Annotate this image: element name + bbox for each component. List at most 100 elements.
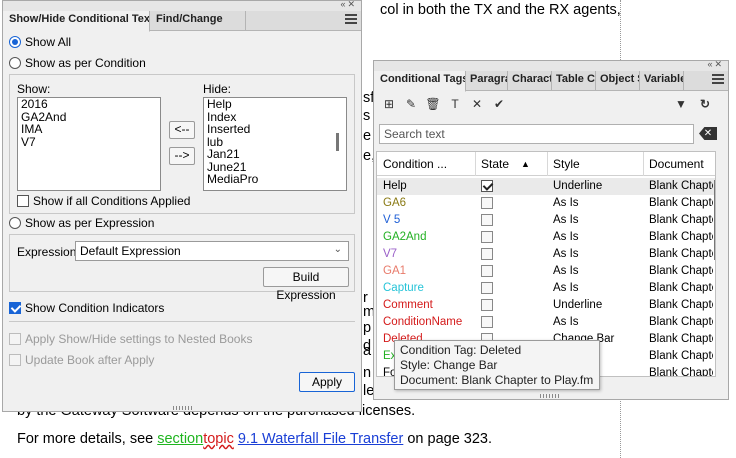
show-all-radio[interactable]: Show All xyxy=(9,35,71,49)
divider xyxy=(9,321,355,322)
collapse-close-icons[interactable]: «✕ xyxy=(707,59,724,70)
doc-text-line: col in both the TX and the RX agents, xyxy=(380,2,621,18)
panel-menu-icon[interactable] xyxy=(345,14,357,26)
state-checkbox[interactable] xyxy=(481,299,493,311)
show-hide-conditional-text-panel: «✕ Show/Hide Conditional Text Find/Chang… xyxy=(2,0,362,412)
collapse-close-icons[interactable]: «✕ xyxy=(340,0,357,10)
state-checkbox[interactable] xyxy=(481,282,493,294)
column-divider[interactable] xyxy=(475,152,476,176)
update-book-checkbox[interactable]: Update Book after Apply xyxy=(9,353,154,367)
state-checkbox[interactable] xyxy=(481,197,493,209)
column-state[interactable]: State xyxy=(481,157,509,171)
state-checkbox-checked[interactable] xyxy=(481,180,493,192)
table-vertical-scrollbar[interactable] xyxy=(714,180,715,260)
column-divider[interactable] xyxy=(547,152,548,176)
show-as-per-condition-radio[interactable]: Show as per Condition xyxy=(9,56,146,70)
apply-nested-books-checkbox[interactable]: Apply Show/Hide settings to Nested Books xyxy=(9,332,252,346)
build-expression-button[interactable]: Build Expression xyxy=(263,267,349,302)
condition-document: Blank Chapter xyxy=(649,197,713,209)
show-if-all-label: Show if all Conditions Applied xyxy=(33,194,191,208)
apply-button[interactable]: Apply xyxy=(299,372,355,392)
checkbox-icon xyxy=(9,354,21,366)
radio-selected-icon xyxy=(9,36,21,48)
state-checkbox[interactable] xyxy=(481,248,493,260)
panel-title-bar[interactable]: «✕ xyxy=(3,0,361,11)
show-list[interactable]: 2016 GA2And IMA V7 xyxy=(17,97,161,191)
tab-variable[interactable]: Variable xyxy=(640,71,684,90)
condition-name: Comment xyxy=(383,299,433,311)
table-row[interactable]: Capture As Is Blank Chapter xyxy=(377,280,715,297)
tab-show-hide-conditional-text[interactable]: Show/Hide Conditional Text xyxy=(3,11,150,32)
table-row[interactable]: Comment Underline Blank Chapter xyxy=(377,297,715,314)
condition-name: GA2And xyxy=(383,231,427,243)
filter-icon[interactable]: ▼ xyxy=(672,95,690,113)
table-row[interactable]: GA2And As Is Blank Chapter xyxy=(377,229,715,246)
refresh-icon[interactable]: ↻ xyxy=(696,95,714,113)
cross-reference-link[interactable]: 9.1 Waterfall File Transfer xyxy=(238,431,403,447)
resize-grip[interactable] xyxy=(540,394,560,398)
table-row[interactable]: GA1 As Is Blank Chapter xyxy=(377,263,715,280)
table-row[interactable]: ConditionName As Is Blank Chapter xyxy=(377,314,715,331)
search-input[interactable]: Search text xyxy=(379,124,694,144)
list-item[interactable]: Jan21 xyxy=(204,148,346,161)
list-item[interactable]: Inserted xyxy=(204,123,346,136)
conditional-text-green: section xyxy=(157,431,204,447)
tab-conditional-tags[interactable]: Conditional Tags xyxy=(374,71,466,92)
sort-ascending-icon[interactable]: ▲ xyxy=(521,159,530,169)
checkmark-icon[interactable]: ✔ xyxy=(490,95,508,113)
panel-tabs: Conditional Tags Paragra Characte Table … xyxy=(374,71,728,92)
move-to-show-button[interactable]: <-- xyxy=(169,121,195,139)
condition-name: Help xyxy=(383,180,407,192)
list-item[interactable]: 2016 xyxy=(18,98,160,111)
condition-style: As Is xyxy=(553,316,579,328)
tab-find-change[interactable]: Find/Change xyxy=(150,11,246,30)
condition-document: Blank Chapter xyxy=(649,299,713,311)
table-row[interactable]: GA6 As Is Blank Chapter xyxy=(377,195,715,212)
show-as-per-expression-radio[interactable]: Show as per Expression xyxy=(9,216,154,230)
condition-style: As Is xyxy=(553,282,579,294)
delete-trash-icon[interactable]: 🗑 xyxy=(424,95,442,113)
state-checkbox[interactable] xyxy=(481,265,493,277)
condition-document: Blank Chapter xyxy=(649,265,713,277)
tab-table[interactable]: Table Ca xyxy=(552,71,596,90)
show-as-per-condition-label: Show as per Condition xyxy=(25,56,146,70)
column-style[interactable]: Style xyxy=(553,157,580,171)
doc-text-fragment: a xyxy=(363,343,372,359)
table-row[interactable]: Help Underline Blank Chapter xyxy=(377,178,715,195)
show-if-all-conditions-checkbox[interactable]: Show if all Conditions Applied xyxy=(17,194,190,208)
apply-nested-label: Apply Show/Hide settings to Nested Books xyxy=(25,332,253,346)
show-label: Show: xyxy=(17,82,51,96)
clear-search-icon[interactable]: ✕ xyxy=(699,127,717,140)
text-tag-icon[interactable]: T xyxy=(446,95,464,113)
table-row[interactable]: V7 As Is Blank Chapter xyxy=(377,246,715,263)
condition-style: Underline xyxy=(553,299,603,311)
column-divider[interactable] xyxy=(643,152,644,176)
expression-select[interactable]: Default Expression ⌄ xyxy=(75,241,349,261)
apply-tag-icon[interactable]: ⊞ xyxy=(380,95,398,113)
expression-label: Expression: xyxy=(17,245,80,259)
list-item[interactable]: IMA xyxy=(18,123,160,136)
tab-character[interactable]: Characte xyxy=(508,71,552,90)
column-document[interactable]: Document xyxy=(649,157,704,171)
tab-object-style[interactable]: Object S xyxy=(596,71,640,90)
list-item[interactable]: Help xyxy=(204,98,346,111)
panel-menu-icon[interactable] xyxy=(712,74,724,86)
tab-paragraph[interactable]: Paragra xyxy=(466,71,508,90)
remove-tag-icon[interactable]: ✕ xyxy=(468,95,486,113)
doc-details-line: For more details, see sectiontopic 9.1 W… xyxy=(17,431,492,447)
state-checkbox[interactable] xyxy=(481,231,493,243)
column-condition[interactable]: Condition ... xyxy=(383,157,447,171)
show-condition-indicators-checkbox[interactable]: Show Condition Indicators xyxy=(9,301,164,315)
hide-list-scrollbar[interactable] xyxy=(336,133,339,151)
state-checkbox[interactable] xyxy=(481,214,493,226)
edit-pencil-icon[interactable]: ✎ xyxy=(402,95,420,113)
state-checkbox[interactable] xyxy=(481,316,493,328)
list-item[interactable]: V7 xyxy=(18,135,160,149)
resize-grip[interactable] xyxy=(173,406,193,410)
move-to-hide-button[interactable]: --> xyxy=(169,147,195,165)
hide-list[interactable]: Help Index Inserted lub Jan21 June21 Med… xyxy=(203,97,347,191)
table-row[interactable]: V 5 As Is Blank Chapter xyxy=(377,212,715,229)
condition-name: GA1 xyxy=(383,265,407,277)
panel-title-bar[interactable]: «✕ xyxy=(374,59,728,71)
list-item[interactable]: MediaPro xyxy=(204,173,346,186)
